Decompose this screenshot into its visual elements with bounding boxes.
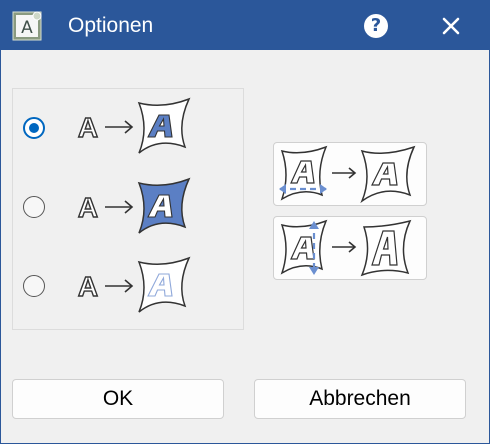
warp-vertical-icon [280,219,412,277]
outline-to-outline-warp-icon: A [77,97,191,154]
font-settings-icon: A [12,11,42,41]
warp-vertical-button[interactable] [273,216,427,280]
outline-to-faded-warp-icon: A [77,256,191,313]
mode-options-group: A A A [12,88,244,330]
options-dialog: A Optionen ? A A A OK Abbrechen [0,0,490,444]
question-mark-icon: ? [364,14,388,38]
outline-to-filled-warp-icon: A [77,177,191,234]
ok-button[interactable]: OK [12,379,224,419]
help-button[interactable]: ? [359,10,393,42]
svg-text:A: A [21,18,33,38]
radio-faded-mode[interactable] [23,275,45,297]
svg-text:A: A [78,271,98,302]
title-bar: A Optionen ? [1,1,489,50]
svg-text:A: A [78,112,98,143]
radio-outline-mode[interactable] [23,117,45,139]
warp-horizontal-button[interactable] [273,142,427,206]
close-button[interactable] [433,10,469,42]
warp-horizontal-icon [279,145,416,204]
close-icon [442,17,460,35]
window-title: Optionen [68,14,154,37]
cancel-button[interactable]: Abbrechen [254,379,466,419]
svg-text:A: A [78,192,98,223]
radio-filled-mode[interactable] [23,196,45,218]
